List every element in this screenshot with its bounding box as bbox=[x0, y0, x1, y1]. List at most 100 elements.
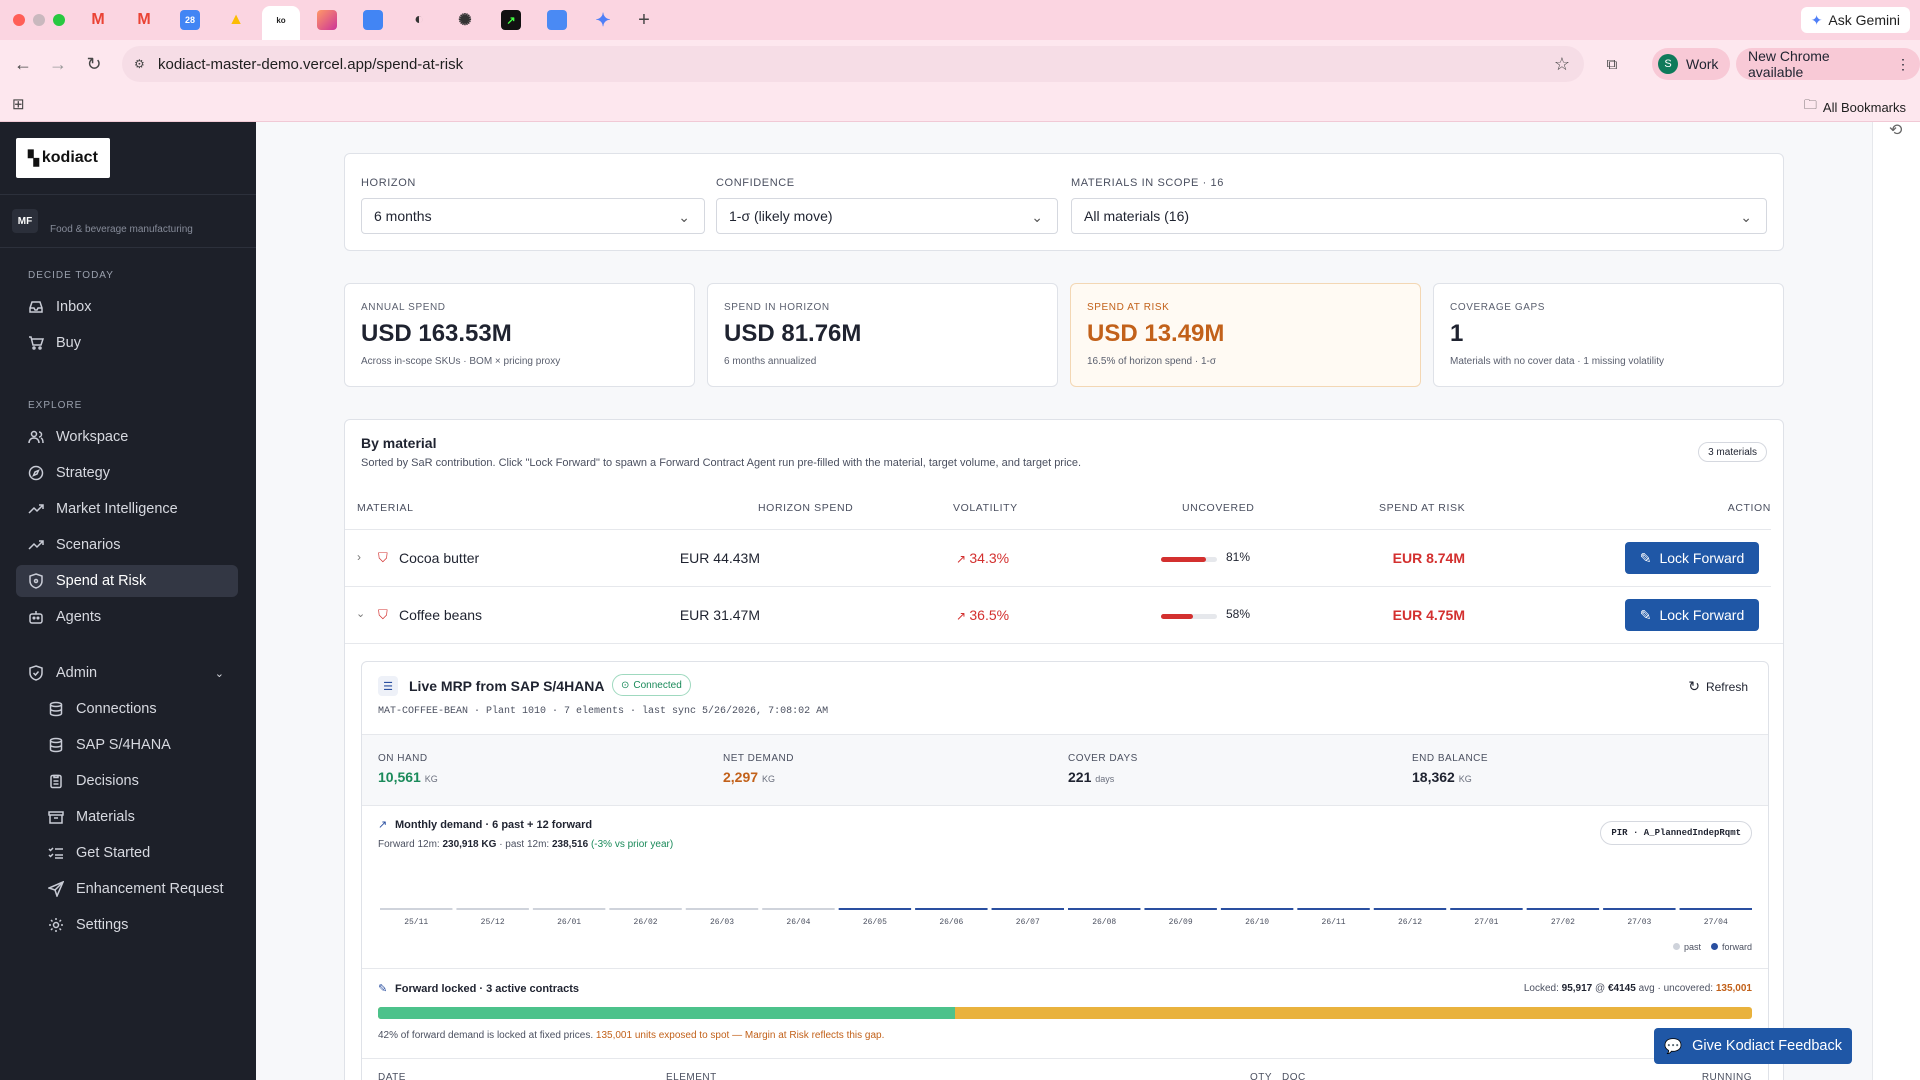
sidebar-item-inbox[interactable]: Inbox bbox=[16, 291, 238, 323]
history-icon[interactable]: ⟲ bbox=[1889, 122, 1902, 140]
edit-icon: ✎ bbox=[378, 983, 388, 995]
kodiact-tab-icon[interactable]: ko bbox=[271, 10, 291, 30]
chart-legend: past forward bbox=[1672, 942, 1752, 952]
net-demand-value: 2,297 KG bbox=[723, 769, 775, 785]
by-material-panel: By material Sorted by SaR contribution. … bbox=[344, 419, 1784, 1080]
clipboard-icon bbox=[48, 773, 64, 789]
materials-select[interactable]: All materials (16) ⌄ bbox=[1071, 198, 1767, 234]
x-tick-label: 26/06 bbox=[939, 918, 963, 927]
app-tab-icon[interactable] bbox=[317, 10, 337, 30]
sidebar-item-scenarios[interactable]: Scenarios bbox=[16, 529, 238, 561]
chevron-down-icon[interactable]: ⌄ bbox=[215, 667, 224, 680]
list-check-icon bbox=[48, 845, 64, 861]
monthly-demand-chart: 25/11 25/12 26/01 26/02 26/03 26/04 26/05 26/06… bbox=[380, 908, 1752, 927]
sidebar-item-get-started[interactable]: Get Started bbox=[16, 837, 238, 869]
give-feedback-button[interactable]: 💬 Give Kodiact Feedback bbox=[1654, 1028, 1852, 1064]
spend-at-risk: EUR 4.75M bbox=[1392, 607, 1465, 623]
table-row[interactable]: ⌄ ⛉ Coffee beans EUR 31.47M ↗ 36.5% 58% … bbox=[345, 586, 1771, 643]
shield-icon bbox=[28, 573, 44, 589]
new-tab-button[interactable]: + bbox=[634, 9, 654, 31]
pir-tag: PIR · A_PlannedIndepRqmt bbox=[1600, 821, 1752, 845]
sidebar-item-materials[interactable]: Materials bbox=[16, 801, 238, 833]
col-horizon-spend: HORIZON SPEND bbox=[758, 502, 854, 514]
refresh-button[interactable]: ↻ Refresh bbox=[1688, 678, 1748, 695]
sidebar-item-decisions[interactable]: Decisions bbox=[16, 765, 238, 797]
tab-search-icon[interactable]: ⧉ bbox=[1600, 52, 1624, 76]
x-tick-label: 26/02 bbox=[634, 918, 658, 927]
new-chrome-button[interactable]: New Chrome available ⋮ bbox=[1736, 48, 1920, 80]
maximize-window-button[interactable] bbox=[53, 14, 65, 26]
x-tick-label: 25/11 bbox=[404, 918, 428, 927]
gmail-tab-icon[interactable]: M bbox=[88, 10, 108, 30]
sidebar-item-admin[interactable]: Admin ⌄ bbox=[16, 657, 238, 689]
forward-demand-bar bbox=[1526, 908, 1600, 910]
kodiact-logo[interactable]: ▚ kodiact bbox=[16, 138, 110, 178]
mrp-panel: ☰ Live MRP from SAP S/4HANA ⊙ Connected … bbox=[361, 661, 1769, 1080]
database-icon bbox=[48, 737, 64, 753]
chevron-right-icon[interactable]: › bbox=[357, 550, 361, 564]
browser-tabbar: M M 28 ▲ ko ◐ ✺ ↗ ✦ + ✦ Ask Gemini bbox=[0, 0, 1920, 40]
x-tick-label: 26/01 bbox=[557, 918, 581, 927]
on-hand-value: 10,561 KG bbox=[378, 769, 438, 785]
sidebar-item-market-intelligence[interactable]: Market Intelligence bbox=[16, 493, 238, 525]
perplexity-tab-icon[interactable]: ↗ bbox=[501, 10, 521, 30]
col-doc: DOC bbox=[1282, 1072, 1306, 1080]
risk-shield-icon: ⛉ bbox=[378, 607, 388, 622]
sidebar-item-workspace[interactable]: Workspace bbox=[16, 421, 238, 453]
close-window-button[interactable] bbox=[13, 14, 25, 26]
all-bookmarks[interactable]: 🗀 All Bookmarks bbox=[1804, 96, 1906, 118]
sidebar-item-enhancement-request[interactable]: Enhancement Request bbox=[16, 873, 238, 905]
sidebar-item-sap-s4hana[interactable]: SAP S/4HANA bbox=[16, 729, 238, 761]
confidence-select[interactable]: 1-σ (likely move) ⌄ bbox=[716, 198, 1058, 234]
sidebar-item-strategy[interactable]: Strategy bbox=[16, 457, 238, 489]
section-decide-today: DECIDE TODAY bbox=[28, 270, 114, 281]
coverage-bar bbox=[378, 1007, 1752, 1019]
forward-demand-bar bbox=[838, 908, 912, 910]
docs-tab-icon[interactable] bbox=[363, 10, 383, 30]
bookmark-star-icon[interactable]: ☆ bbox=[1554, 54, 1570, 75]
gmail-tab-icon[interactable]: M bbox=[134, 10, 154, 30]
lock-forward-button[interactable]: ✎ Lock Forward bbox=[1625, 542, 1759, 574]
horizon-select[interactable]: 6 months ⌄ bbox=[361, 198, 705, 234]
database-icon bbox=[48, 701, 64, 717]
avatar: S bbox=[1658, 54, 1678, 74]
minimize-window-button[interactable] bbox=[33, 14, 45, 26]
forward-demand-bar bbox=[1373, 908, 1447, 910]
kebab-menu-icon[interactable]: ⋮ bbox=[1896, 56, 1910, 73]
sidebar-item-spend-at-risk[interactable]: Spend at Risk bbox=[16, 565, 238, 597]
table-row[interactable]: › ⛉ Cocoa butter EUR 44.43M ↗ 34.3% 81% … bbox=[345, 529, 1771, 586]
x-tick-label: 25/12 bbox=[481, 918, 505, 927]
calendar-tab-icon[interactable]: 28 bbox=[180, 10, 200, 30]
x-tick-label: 26/09 bbox=[1169, 918, 1193, 927]
drive-tab-icon[interactable]: ▲ bbox=[226, 10, 246, 30]
uncovered-bar-fill bbox=[1161, 614, 1194, 619]
sidebar-item-settings[interactable]: Settings bbox=[16, 909, 238, 941]
x-tick-label: 26/08 bbox=[1092, 918, 1116, 927]
by-material-subtitle: Sorted by SaR contribution. Click "Lock … bbox=[361, 457, 1082, 469]
sidebar-item-agents[interactable]: Agents bbox=[16, 601, 238, 633]
web-tab-icon[interactable]: ◐ bbox=[409, 10, 429, 30]
org-switcher[interactable]: MF Food & beverage manufacturing bbox=[0, 194, 256, 248]
lock-forward-button[interactable]: ✎ Lock Forward bbox=[1625, 599, 1759, 631]
gemini-icon: ✦ bbox=[1810, 11, 1823, 28]
confidence-label: CONFIDENCE bbox=[716, 177, 795, 189]
sidebar-item-buy[interactable]: Buy bbox=[16, 327, 238, 359]
chatgpt-tab-icon[interactable]: ✺ bbox=[455, 10, 475, 30]
sheets-tab-icon[interactable] bbox=[547, 10, 567, 30]
past-demand-bar bbox=[532, 908, 606, 910]
forward-icon[interactable]: → bbox=[46, 52, 70, 76]
x-tick-label: 26/12 bbox=[1398, 918, 1422, 927]
site-info-icon[interactable]: ⚙ bbox=[134, 57, 145, 71]
sidebar-item-connections[interactable]: Connections bbox=[16, 693, 238, 725]
profile-chip[interactable]: S Work bbox=[1652, 48, 1731, 80]
ask-gemini-button[interactable]: ✦ Ask Gemini bbox=[1800, 7, 1910, 33]
compass-icon bbox=[28, 465, 44, 481]
reload-icon[interactable]: ↻ bbox=[82, 52, 106, 76]
apps-grid-icon[interactable]: ⊞ bbox=[12, 95, 25, 113]
col-spend-at-risk: SPEND AT RISK bbox=[1379, 502, 1466, 514]
gemini-tab-icon[interactable]: ✦ bbox=[593, 10, 613, 30]
back-icon[interactable]: ← bbox=[11, 52, 35, 76]
chevron-down-icon[interactable]: ⌄ bbox=[356, 607, 365, 620]
main-content: ⟲ HORIZON 6 months ⌄ CONFIDENCE 1-σ (lik… bbox=[256, 122, 1920, 1080]
address-bar[interactable]: ⚙ kodiact-master-demo.vercel.app/spend-a… bbox=[122, 46, 1584, 82]
